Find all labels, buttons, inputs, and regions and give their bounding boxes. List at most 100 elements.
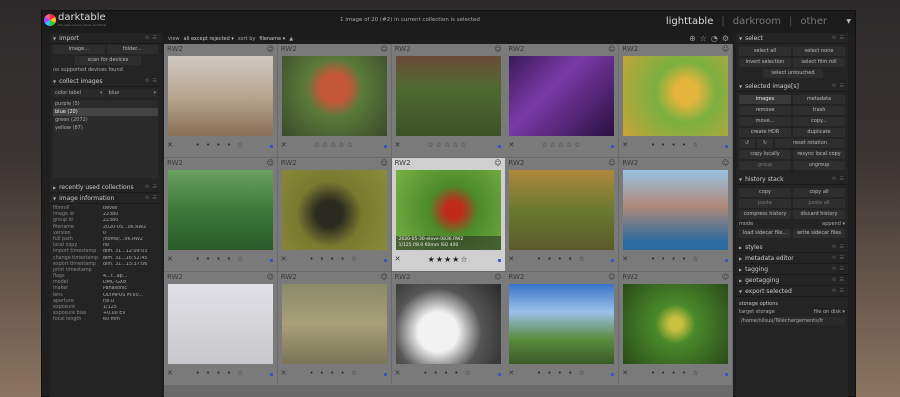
view-lighttable[interactable]: lighttable — [666, 16, 714, 27]
copy-all-history-button[interactable]: copy all — [793, 188, 845, 197]
collapsed-section-header[interactable]: ▶ tagging ⟲ ☰ — [736, 264, 848, 275]
compress-history-button[interactable]: compress history — [739, 210, 791, 219]
thumbnail-image[interactable] — [168, 284, 273, 364]
thumbnail-cell[interactable]: RW2 ☺ ✕ • • • • ☆ — [619, 158, 733, 271]
thumbnail-image[interactable] — [168, 56, 273, 136]
reset-icon[interactable]: ⟲ ☰ — [832, 266, 845, 272]
move-button[interactable]: move... — [739, 117, 791, 126]
list-item[interactable]: purple (5) — [53, 100, 158, 108]
reset-icon[interactable]: ⟲ ☰ — [145, 184, 158, 190]
star-rating[interactable]: • • • • ☆ — [392, 369, 505, 377]
select-none-button[interactable]: select none — [793, 47, 845, 56]
altered-icon[interactable]: ☺ — [267, 159, 274, 167]
thumbnail-cell[interactable]: RW2 ☺ ✕ ☆☆☆☆☆ — [277, 44, 391, 157]
altered-icon[interactable]: ☺ — [380, 273, 387, 281]
thumbnail-cell[interactable]: RW2 ☺ ✕ • • • • ☆ — [164, 44, 277, 157]
target-storage-row[interactable]: target storage file on disk ▾ — [736, 308, 848, 316]
altered-icon[interactable]: ☺ — [722, 273, 729, 281]
copy-history-button[interactable]: copy — [739, 188, 791, 197]
reset-icon[interactable]: ⟲ ☰ — [832, 35, 845, 41]
thumbnail-cell[interactable]: RW2 ☺ ✕ • • • • ☆ — [164, 272, 277, 385]
thumbnail-image[interactable] — [168, 170, 273, 250]
history-stack-header[interactable]: ▼ history stack ⟲ ☰ — [736, 174, 848, 185]
thumbnail-image[interactable] — [509, 56, 615, 136]
reset-icon[interactable]: ⟲ ☰ — [832, 277, 845, 283]
altered-icon[interactable]: ☺ — [380, 45, 387, 53]
altered-icon[interactable]: ☺ — [722, 45, 729, 53]
star-rating[interactable]: • • • • ☆ — [505, 255, 618, 263]
tab-metadata[interactable]: metadata — [793, 95, 845, 104]
reset-rotation-button[interactable]: reset rotation — [775, 139, 845, 148]
thumbnail-cell[interactable]: RW2 ☺ 2020-05-30-eleve-0836.RW2 1/125 f/8.0… — [391, 158, 505, 271]
thumbnail-cell[interactable]: RW2 ☺ ✕ • • • • ☆ — [391, 272, 505, 385]
thumbnail-image[interactable] — [623, 284, 729, 364]
create-hdr-button[interactable]: create HDR — [739, 128, 791, 137]
select-all-button[interactable]: select all — [739, 47, 791, 56]
altered-icon[interactable]: ☺ — [608, 273, 615, 281]
list-item[interactable]: blue (20) — [53, 108, 158, 116]
sort-select[interactable]: filename ▾ — [259, 36, 285, 42]
write-sidecar-button[interactable]: write sidecar files — [793, 229, 845, 238]
collect-header[interactable]: ▼ collect images ⟲ ☰ — [50, 76, 161, 87]
select-film-roll-button[interactable]: select film roll — [793, 58, 845, 67]
reset-icon[interactable]: ⟲ ☰ — [145, 35, 158, 41]
thumbnail-cell[interactable]: RW2 ☺ ✕ • • • • ☆ — [619, 44, 733, 157]
mode-select[interactable]: append ▾ — [822, 221, 845, 227]
star-rating[interactable]: ☆☆☆☆☆ — [505, 141, 618, 149]
altered-icon[interactable]: ☺ — [494, 159, 501, 167]
rotate-ccw-icon[interactable]: ↺ — [739, 139, 755, 148]
thumbnail-image[interactable] — [395, 56, 501, 136]
reset-icon[interactable]: ⟲ ☰ — [832, 288, 845, 294]
import-image-button[interactable]: image... — [53, 45, 105, 54]
star-rating[interactable]: • • • • ☆ — [164, 369, 277, 377]
star-rating[interactable]: • • • • ☆ — [619, 141, 732, 149]
focus-peaking-icon[interactable]: ◔ — [711, 34, 718, 43]
invert-selection-button[interactable]: invert selection — [739, 58, 791, 67]
grouping-icon[interactable]: ⊕ — [689, 34, 696, 43]
thumbnail-cell[interactable]: RW2 ☺ ✕ • • • • ☆ — [505, 158, 619, 271]
reset-icon[interactable]: ⟲ ☰ — [145, 78, 158, 84]
remove-button[interactable]: remove — [739, 106, 791, 115]
collapsed-section-header[interactable]: ▶ styles ⟲ ☰ — [736, 242, 848, 253]
view-other[interactable]: other — [800, 16, 827, 27]
thumbnail-cell[interactable]: RW2 ☺ ✕ • • • • ☆ — [164, 158, 277, 271]
reset-icon[interactable]: ⟲ ☰ — [832, 176, 845, 182]
altered-icon[interactable]: ☺ — [380, 159, 387, 167]
collapsed-section-header[interactable]: ▶ geotagging ⟲ ☰ — [736, 275, 848, 286]
export-path-input[interactable]: /home/nilsuu/Téléchargements/fr — [739, 317, 845, 325]
reset-icon[interactable]: ⟲ ☰ — [832, 255, 845, 261]
settings-icon[interactable]: ⚙ — [722, 34, 729, 43]
star-rating[interactable]: • • • • ☆ — [164, 255, 277, 263]
altered-icon[interactable]: ☺ — [267, 273, 274, 281]
selected-images-header[interactable]: ▼ selected image[s] ⟲ ☰ — [736, 81, 848, 92]
star-rating[interactable]: • • • • ☆ — [278, 369, 391, 377]
copy-locally-button[interactable]: copy locally — [739, 150, 791, 159]
select-untouched-button[interactable]: select untouched — [763, 69, 823, 78]
group-button[interactable]: group — [739, 161, 791, 170]
target-storage-select[interactable]: file on disk ▾ — [814, 309, 845, 315]
duplicate-button[interactable]: duplicate — [793, 128, 845, 137]
thumbnail-cell[interactable]: RW2 ☺ ✕ ☆☆☆☆☆ — [391, 44, 505, 157]
star-rating[interactable]: • • • • ☆ — [278, 255, 391, 263]
star-rating[interactable]: • • • • ☆ — [619, 255, 732, 263]
altered-icon[interactable]: ☺ — [608, 159, 615, 167]
star-rating[interactable]: ★★★★☆ — [392, 255, 505, 264]
rotate-cw-icon[interactable]: ↻ — [757, 139, 773, 148]
thumbnail-image[interactable] — [623, 170, 729, 250]
altered-icon[interactable]: ☺ — [494, 45, 501, 53]
thumbnail-image[interactable] — [281, 170, 387, 250]
paste-all-history-button[interactable]: paste all — [793, 199, 845, 208]
image-info-header[interactable]: ▼ image information ⟲ ☰ — [50, 193, 161, 204]
reset-icon[interactable]: ⟲ ☰ — [832, 244, 845, 250]
list-item[interactable]: yellow (87) — [53, 124, 158, 132]
ungroup-button[interactable]: ungroup — [793, 161, 845, 170]
collapsed-section-header[interactable]: ▶ metadata editor ⟲ ☰ — [736, 253, 848, 264]
tab-images[interactable]: images — [739, 95, 791, 104]
paste-history-button[interactable]: paste — [739, 199, 791, 208]
view-darkroom[interactable]: darkroom — [733, 16, 781, 27]
star-rating[interactable]: ☆☆☆☆☆ — [392, 141, 505, 149]
list-item[interactable]: green (2072) — [53, 116, 158, 124]
star-rating[interactable]: • • • • ☆ — [505, 369, 618, 377]
load-sidecar-button[interactable]: load sidecar file... — [739, 229, 791, 238]
thumbnail-image[interactable] — [281, 56, 387, 136]
